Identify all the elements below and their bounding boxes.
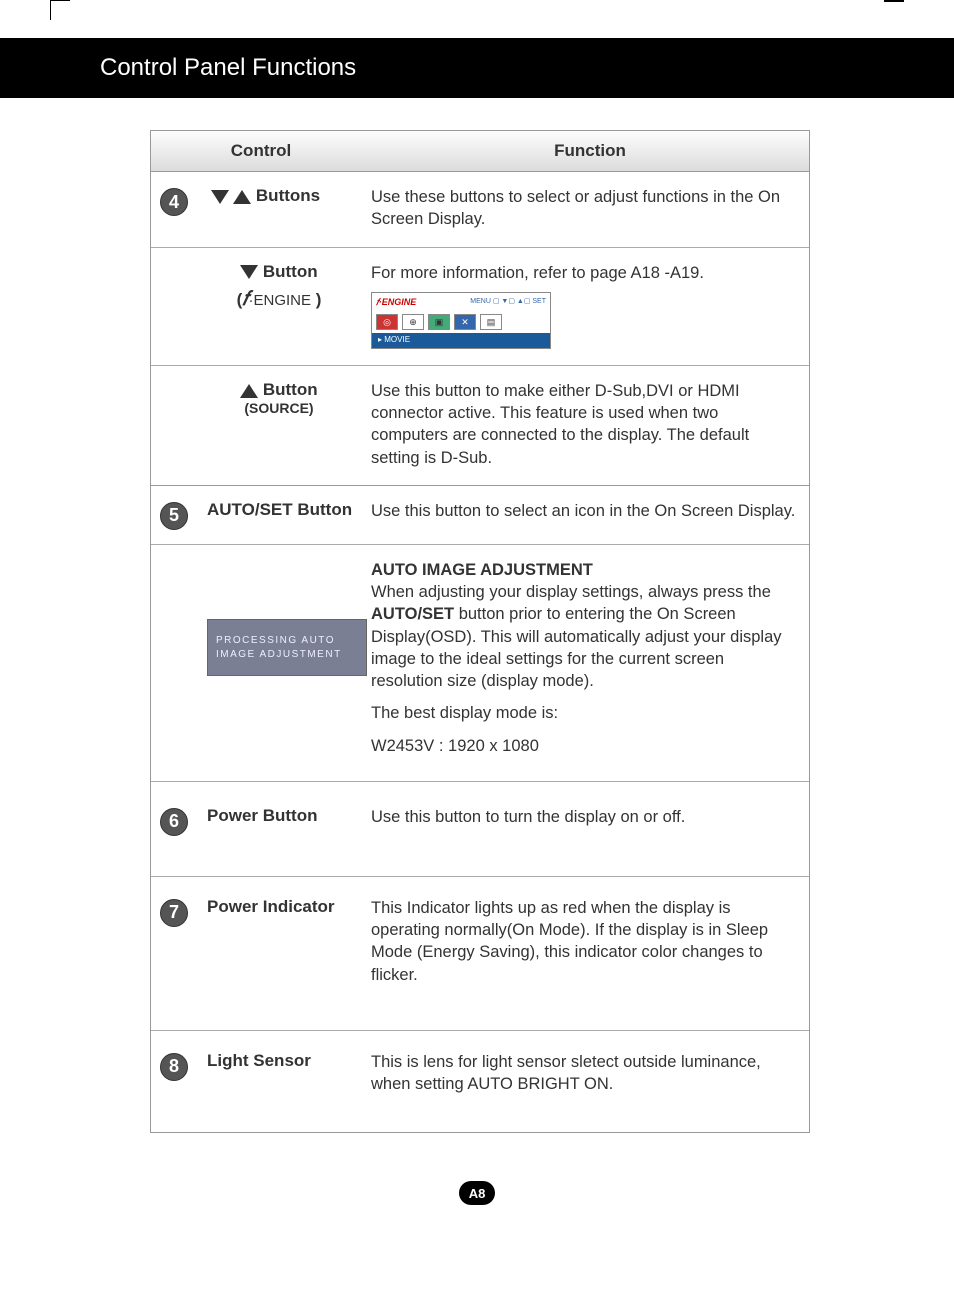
row-6: 6 Power Button Use this button to turn t…	[151, 782, 809, 877]
triangle-up-icon	[233, 190, 251, 204]
ctrl-4c-sub: (SOURCE)	[197, 400, 361, 416]
functions-table: Control Function 4 Buttons Use these but…	[150, 130, 810, 1133]
ctrl-5-label: AUTO/SET Button	[207, 500, 361, 520]
func-4b: For more information, refer to page A18 …	[371, 262, 799, 284]
triangle-down-icon	[240, 265, 258, 279]
badge-7: 7	[160, 899, 188, 927]
osd-line1: PROCESSING AUTO	[216, 635, 358, 646]
fengine-osd-menu: MENU ▢ ▼▢ ▲▢ SET	[470, 297, 546, 306]
table-header: Control Function	[151, 131, 809, 172]
osd-mini-icon: ✕	[454, 314, 476, 330]
row-7: 7 Power Indicator This Indicator lights …	[151, 877, 809, 1031]
ctrl-8-label: Light Sensor	[207, 1051, 311, 1070]
triangle-up-icon	[240, 384, 258, 398]
func-8: This is lens for light sensor sletect ou…	[371, 1051, 799, 1096]
badge-4: 4	[160, 188, 188, 216]
header-function: Function	[371, 131, 809, 171]
ctrl-6-label: Power Button	[207, 806, 318, 825]
page-title: Control Panel Functions	[0, 38, 954, 98]
fengine-osd-label: 𝑓·ENGINE	[376, 296, 416, 308]
ctrl-4c-label: Button	[263, 380, 318, 399]
func-6: Use this button to turn the display on o…	[371, 806, 799, 836]
osd-mini-icon: ◎	[376, 314, 398, 330]
auto-adjust-title: AUTO IMAGE ADJUSTMENT	[371, 559, 799, 581]
badge-8: 8	[160, 1053, 188, 1081]
ctrl-4b-label: Button	[263, 262, 318, 281]
fengine-osd-preview: 𝑓·ENGINE MENU ▢ ▼▢ ▲▢ SET ◎ ⊕ ▣ ✕ ▤ MOVI…	[371, 292, 551, 349]
ctrl-4a-label: Buttons	[256, 186, 320, 205]
func-7: This Indicator lights up as red when the…	[371, 897, 799, 986]
auto-adjust-text: When adjusting your display settings, al…	[371, 581, 799, 692]
row-8: 8 Light Sensor This is lens for light se…	[151, 1031, 809, 1132]
osd-mini-icon: ⊕	[402, 314, 424, 330]
fengine-osd-movie: MOVIE	[372, 333, 550, 348]
row-4a: 4 Buttons Use these buttons to select or…	[151, 172, 809, 248]
func-4c: Use this button to make either D-Sub,DVI…	[371, 380, 799, 469]
header-control: Control	[151, 131, 371, 171]
ctrl-4b-engine: ENGINE	[254, 292, 312, 309]
ctrl-7-label: Power Indicator	[207, 897, 335, 916]
page-number: A8	[459, 1181, 495, 1205]
func-5: Use this button to select an icon in the…	[371, 500, 799, 530]
osd-mini-icon: ▤	[480, 314, 502, 330]
osd-line2: IMAGE ADJUSTMENT	[216, 649, 358, 660]
func-4a: Use these buttons to select or adjust fu…	[371, 186, 799, 231]
osd-mini-icon: ▣	[428, 314, 450, 330]
badge-5: 5	[160, 502, 188, 530]
osd-processing-preview: PROCESSING AUTO IMAGE ADJUSTMENT	[207, 619, 367, 676]
ctrl-4b-sub-suffix: )	[311, 290, 321, 309]
row-4b: Button (𝑓·ENGINE ) For more information,…	[151, 248, 809, 366]
best-mode-label: The best display mode is:	[371, 702, 799, 724]
best-mode-value: W2453V : 1920 x 1080	[371, 735, 799, 757]
row-4c: Button (SOURCE) Use this button to make …	[151, 366, 809, 486]
triangle-down-icon	[211, 190, 229, 204]
badge-6: 6	[160, 808, 188, 836]
